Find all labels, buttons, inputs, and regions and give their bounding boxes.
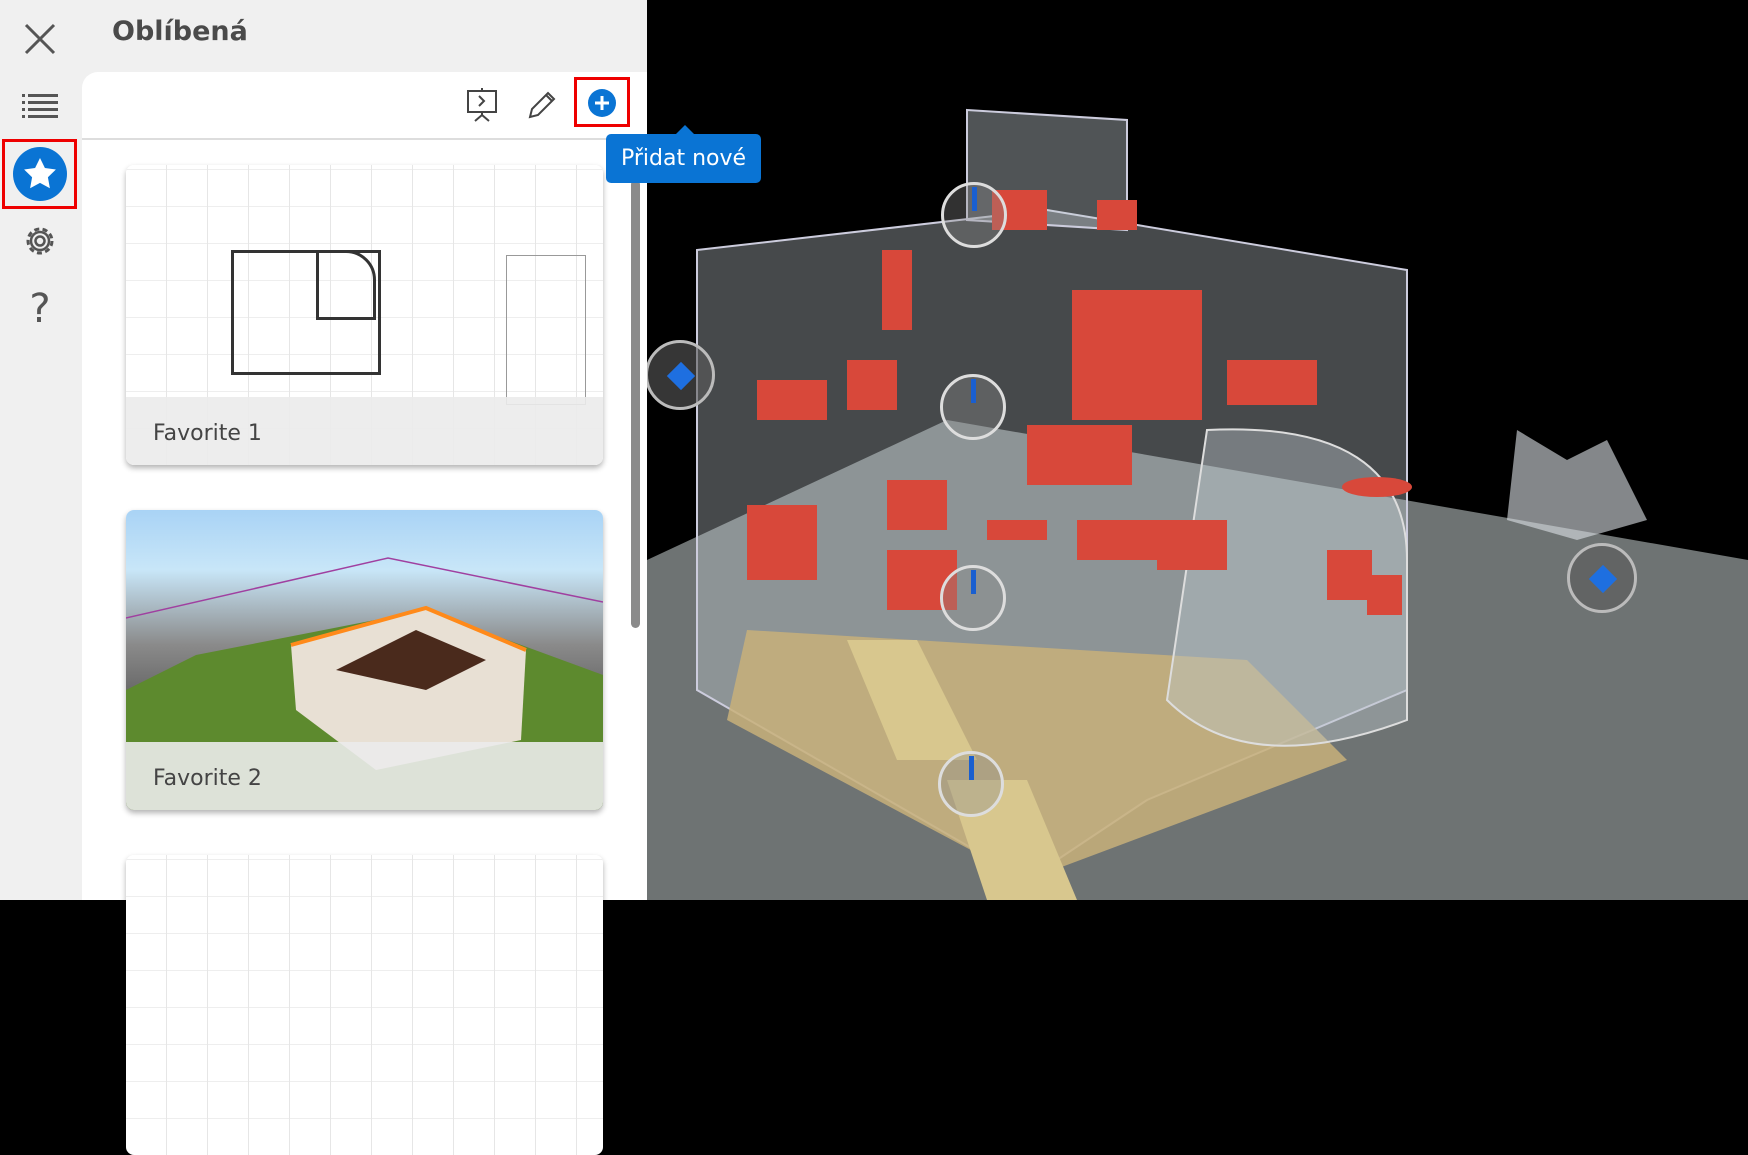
pencil-icon [528,91,556,119]
favorite-item[interactable]: Favorite 1 [126,165,603,465]
close-button[interactable] [0,8,80,70]
navigation-marker[interactable] [1567,543,1637,613]
sidebar-rail: ? [0,0,82,900]
camera-marker[interactable] [941,182,1007,248]
close-icon [24,23,56,55]
edit-button[interactable] [518,82,566,128]
camera-marker[interactable] [938,751,1004,817]
scrollbar[interactable] [631,180,640,628]
camera-marker[interactable] [940,565,1006,631]
panel-title: Oblíbená [112,16,248,47]
favorites-toolbar [82,72,647,140]
presentation-button[interactable] [458,82,506,128]
presentation-icon [467,88,497,122]
plus-circle-icon [588,89,616,117]
favorite-item[interactable]: Favorite 2 [126,510,603,810]
favorites-card: Favorite 1 Favorite 2 [82,72,647,1155]
add-new-tooltip: Přidat nové [606,125,761,183]
favorite-label: Favorite 1 [126,397,603,465]
add-new-button[interactable] [574,77,630,127]
3d-viewport[interactable] [647,0,1748,900]
gear-icon [26,227,54,255]
settings-button[interactable] [0,210,80,272]
help-button[interactable]: ? [0,278,80,340]
list-icon [22,94,58,118]
navigation-marker[interactable] [647,340,715,410]
list-button[interactable] [0,75,80,137]
favorite-item[interactable] [126,855,603,1155]
building-model [647,108,1748,900]
favorite-label: Favorite 2 [126,742,603,810]
favorite-thumbnail-details [126,855,603,1155]
camera-marker[interactable] [940,374,1006,440]
help-icon: ? [29,286,51,332]
star-icon [12,147,67,201]
favorites-panel: Oblíbená Favorite 1 Favorite 2 Přidat no… [82,0,761,1155]
favorites-button[interactable] [2,139,77,209]
